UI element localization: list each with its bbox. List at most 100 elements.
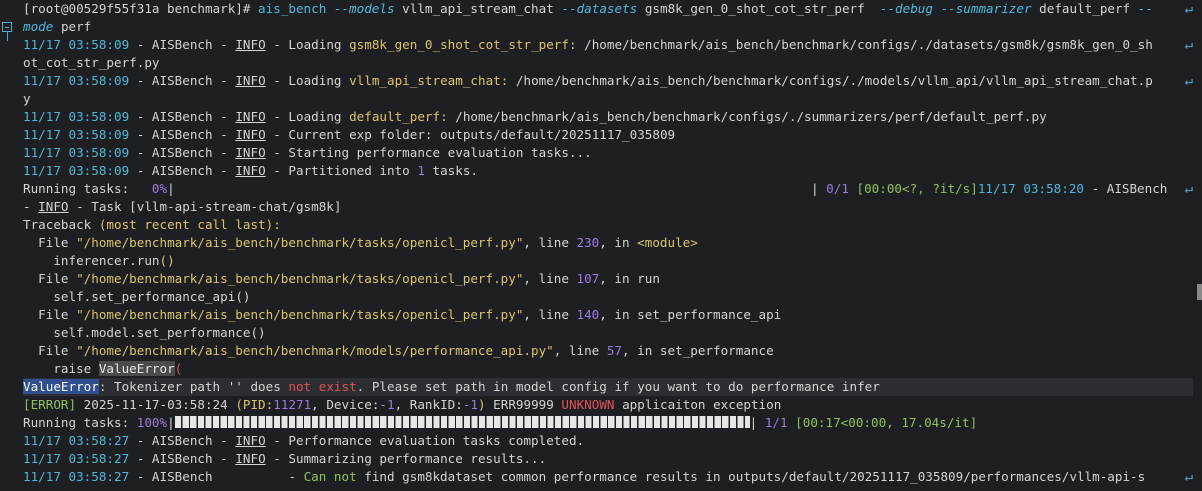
traceback-label: Traceback xyxy=(23,217,99,232)
log-line: 11/17 03:58:09 - AISBench - INFO - Loadi… xyxy=(23,72,1193,90)
log-line: 11/17 03:58:27 - AISBench - Can not find… xyxy=(23,468,1193,486)
sep: - xyxy=(212,37,236,52)
log-msg: Loading xyxy=(288,37,350,52)
sep: - xyxy=(265,127,289,142)
prompt-line-cont: mode perf xyxy=(23,18,1193,36)
frame-in: , in xyxy=(622,343,660,358)
log-msg: find gsm8kdataset common performance res… xyxy=(356,469,1146,484)
log-app: - AISBench xyxy=(1083,181,1175,196)
log-msg: ot_cot_str_perf.py xyxy=(23,55,160,70)
log-number: 1 xyxy=(417,163,425,178)
error-tag: [ERROR] xyxy=(23,397,77,412)
log-msg: tasks. xyxy=(424,163,479,178)
log-line: 11/17 03:58:09 - AISBench - INFO - Loadi… xyxy=(23,36,1193,54)
scrollbar[interactable] xyxy=(1197,0,1202,491)
error-paren: (PID: xyxy=(235,397,274,412)
log-msg: /home/benchmark/ais_bench/benchmark/conf… xyxy=(508,73,1153,88)
log-msg: Summarizing performance results... xyxy=(288,451,547,466)
error-timestamp: 2025-11-17-03:58:24 xyxy=(76,397,236,412)
log-app: AISBench xyxy=(151,451,213,466)
log-timestamp: 11/17 03:58:09 xyxy=(23,145,130,160)
frame-code: raise xyxy=(23,361,99,376)
log-timestamp: 11/17 03:58:27 xyxy=(23,451,130,466)
log-warning: Can not xyxy=(303,469,357,484)
log-key: gsm8k_gen_0_shot_cot_str_perf: xyxy=(349,37,577,52)
log-key: default_perf: xyxy=(349,109,448,124)
log-msg: /home/benchmark/ais_bench/benchmark/conf… xyxy=(576,37,1153,52)
scrollbar-thumb[interactable] xyxy=(1197,284,1202,300)
frame-function: <module> xyxy=(637,235,698,250)
log-timestamp: 11/17 03:58:27 xyxy=(23,433,130,448)
frame-mid: , line xyxy=(523,235,577,250)
terminal-window[interactable]: [root@00529f55f31a benchmark]# ais_bench… xyxy=(0,0,1202,491)
traceback-code: self.model.set_performance() xyxy=(23,324,1193,342)
log-msg: y xyxy=(23,91,31,106)
fold-guide xyxy=(7,31,8,41)
sep: - xyxy=(212,163,236,178)
flag-debug: --debug xyxy=(879,1,933,16)
sep: - xyxy=(129,109,152,124)
error-msg xyxy=(311,379,319,394)
frame-mid: , line xyxy=(523,271,577,286)
log-level: INFO xyxy=(235,109,266,124)
log-msg: Current exp folder: xyxy=(288,127,433,142)
flag-datasets: --datasets xyxy=(561,1,638,16)
frame-prefix: File xyxy=(23,343,77,358)
log-level: INFO xyxy=(235,451,266,466)
log-msg: /home/benchmark/ais_bench/benchmark/conf… xyxy=(447,109,1047,124)
frame-code-paren: () xyxy=(250,325,266,340)
error-field: , Device: xyxy=(311,397,380,412)
error-paren: ) xyxy=(478,397,486,412)
frame-code: self.model.set_performance xyxy=(23,325,251,340)
log-timestamp: 11/17 03:58:09 xyxy=(23,73,130,88)
frame-path: "/home/benchmark/ais_bench/benchmark/mod… xyxy=(76,343,554,358)
sep: - xyxy=(23,199,39,214)
error-msg: : Tokenizer path '' does xyxy=(98,379,289,394)
frame-in: , in xyxy=(599,235,638,250)
traceback-code: inferencer.run() xyxy=(23,252,1193,270)
log-app: AISBench xyxy=(151,127,213,142)
sep: - xyxy=(129,73,152,88)
wrap-arrow-icon: ↵ xyxy=(1184,469,1193,485)
progress-line-cont: - INFO - Task [vllm-api-stream-chat/gsm8… xyxy=(23,198,1193,216)
log-line: 11/17 03:58:09 - AISBench - INFO - Start… xyxy=(23,144,1193,162)
sep: - xyxy=(129,433,152,448)
error-name: ValueError xyxy=(23,379,99,394)
progress-percent: 100% xyxy=(136,415,168,430)
value-error-line: ValueError: Tokenizer path '' does not e… xyxy=(23,378,1193,396)
progress-sep: | xyxy=(811,181,827,196)
command-name: ais_bench xyxy=(258,1,327,16)
flag-summarizer: --summarizer xyxy=(940,1,1032,16)
sep: - xyxy=(129,451,152,466)
log-line: 11/17 03:58:09 - AISBench - INFO - Loadi… xyxy=(23,108,1193,126)
log-app: AISBench xyxy=(151,145,213,160)
frame-function: run xyxy=(637,271,660,286)
error-field: , RankID: xyxy=(394,397,463,412)
flag-mode-end: mode xyxy=(23,19,54,34)
traceback-frame: File "/home/benchmark/ais_bench/benchmar… xyxy=(23,306,1193,324)
frame-path: "/home/benchmark/ais_bench/benchmark/tas… xyxy=(76,235,524,250)
sep: - xyxy=(129,145,152,160)
log-msg: - xyxy=(288,469,304,484)
flag-mode-start: -- xyxy=(1137,1,1153,16)
frame-mid: , line xyxy=(523,307,577,322)
log-line-cont: ot_cot_str_perf.py xyxy=(23,54,1193,72)
frame-code-paren: ( xyxy=(174,361,183,376)
log-timestamp: 11/17 03:58:09 xyxy=(23,109,130,124)
log-timestamp: 11/17 03:58:09 xyxy=(23,163,130,178)
datasets-value: gsm8k_gen_0_shot_cot_str_perf xyxy=(644,1,865,16)
error-msg: applicaiton exception xyxy=(614,397,782,412)
summarizer-value: default_perf xyxy=(1039,1,1131,16)
error-keyword: exist xyxy=(318,379,357,394)
log-timestamp: 11/17 03:58:27 xyxy=(23,469,130,484)
progress-label: Running tasks: xyxy=(23,415,137,430)
sep: - xyxy=(129,37,152,52)
frame-line-number: 107 xyxy=(576,271,600,286)
frame-prefix: File xyxy=(23,235,77,250)
frame-function: set_performance_api xyxy=(637,307,782,322)
log-timestamp: 11/17 03:58:09 xyxy=(23,37,130,52)
prompt-user-host: [root@00529f55f31a benchmark]# xyxy=(23,1,259,16)
log-app: AISBench xyxy=(151,109,213,124)
log-msg: - Task [vllm-api-stream-chat/gsm8k] xyxy=(68,199,342,214)
progress-label: Running tasks: xyxy=(23,181,152,196)
